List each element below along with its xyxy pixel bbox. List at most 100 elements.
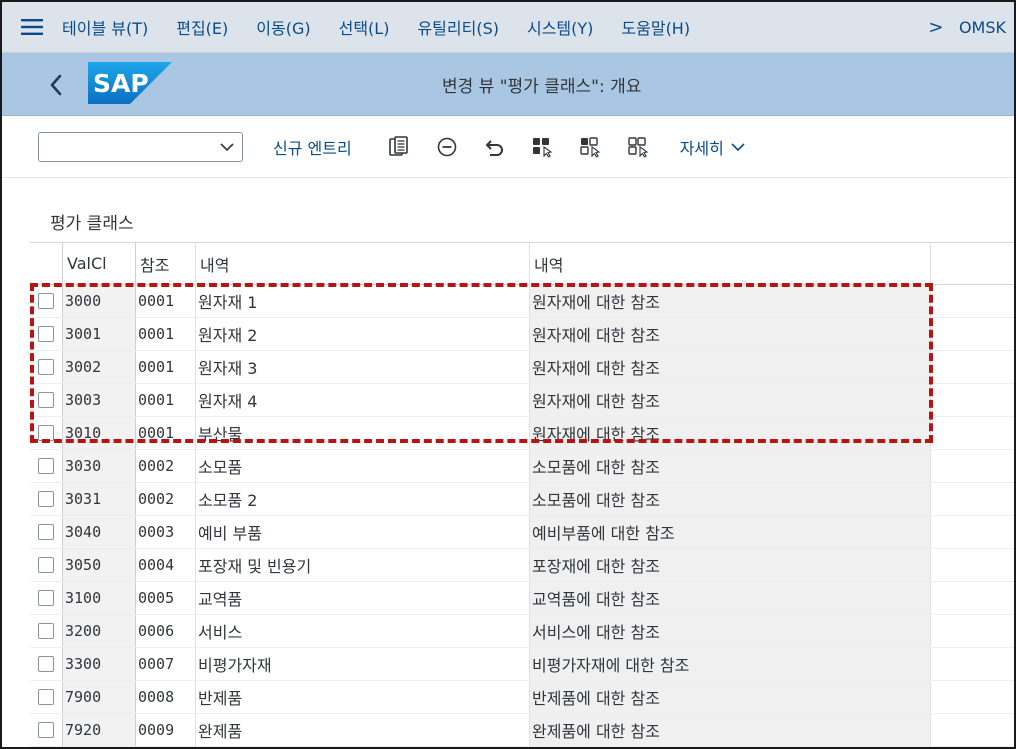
cell-ref[interactable]: 0001 — [135, 384, 195, 416]
cell-valcl[interactable]: 3050 — [62, 549, 135, 581]
menu-edit[interactable]: 편집(E) — [176, 15, 228, 39]
row-select-cell[interactable] — [30, 582, 62, 614]
back-button[interactable] — [40, 67, 72, 103]
row-checkbox[interactable] — [38, 392, 54, 408]
table-row[interactable]: 3050 0004 포장재 및 빈용기 포장재에 대한 참조 — [30, 549, 1014, 582]
cell-description[interactable]: 원자재 4 — [195, 384, 529, 416]
row-checkbox[interactable] — [38, 689, 54, 705]
table-row[interactable]: 3030 0002 소모품 소모품에 대한 참조 — [30, 450, 1014, 483]
cell-ref[interactable]: 0001 — [135, 351, 195, 383]
menu-system[interactable]: 시스템(Y) — [527, 15, 593, 39]
cell-valcl[interactable]: 7900 — [62, 681, 135, 713]
row-checkbox[interactable] — [38, 359, 54, 375]
cell-ref[interactable]: 0005 — [135, 582, 195, 614]
row-select-cell[interactable] — [30, 318, 62, 350]
table-row[interactable]: 3300 0007 비평가자재 비평가자재에 대한 참조 — [30, 648, 1014, 681]
row-checkbox[interactable] — [38, 590, 54, 606]
cell-description[interactable]: 원자재 1 — [195, 285, 529, 317]
column-header-valcl[interactable]: ValCl — [62, 243, 135, 284]
more-menu-icon[interactable]: > — [921, 17, 951, 38]
menu-help[interactable]: 도움말(H) — [621, 15, 690, 39]
row-checkbox[interactable] — [38, 425, 54, 441]
cell-valcl[interactable]: 3002 — [62, 351, 135, 383]
row-select-cell[interactable] — [30, 681, 62, 713]
row-select-cell[interactable] — [30, 417, 62, 449]
cell-description[interactable]: 비평가자재 — [195, 648, 529, 680]
cell-valcl[interactable]: 3300 — [62, 648, 135, 680]
row-checkbox[interactable] — [38, 656, 54, 672]
row-select-cell[interactable] — [30, 516, 62, 548]
cell-ref[interactable]: 0001 — [135, 318, 195, 350]
cell-ref[interactable]: 0002 — [135, 450, 195, 482]
column-header-description[interactable]: 내역 — [195, 243, 529, 284]
row-checkbox[interactable] — [38, 326, 54, 342]
row-checkbox[interactable] — [38, 293, 54, 309]
cell-description[interactable]: 소모품 2 — [195, 483, 529, 515]
table-row[interactable]: 3001 0001 원자재 2 원자재에 대한 참조 — [30, 318, 1014, 351]
select-all-column-header[interactable] — [30, 243, 62, 284]
copy-as-icon[interactable] — [386, 134, 412, 160]
cell-ref[interactable]: 0006 — [135, 615, 195, 647]
cell-ref[interactable]: 0002 — [135, 483, 195, 515]
menu-selection[interactable]: 선택(L) — [339, 15, 390, 39]
row-checkbox[interactable] — [38, 458, 54, 474]
delete-icon[interactable] — [434, 134, 460, 160]
row-select-cell[interactable] — [30, 351, 62, 383]
cell-ref[interactable]: 0007 — [135, 648, 195, 680]
table-row[interactable]: 7920 0009 완제품 완제품에 대한 참조 — [30, 714, 1014, 747]
row-select-cell[interactable] — [30, 615, 62, 647]
cell-valcl[interactable]: 3030 — [62, 450, 135, 482]
select-all-icon[interactable] — [530, 134, 556, 160]
column-header-ref-description[interactable]: 내역 — [529, 243, 930, 284]
cell-valcl[interactable]: 3100 — [62, 582, 135, 614]
cell-description[interactable]: 반제품 — [195, 681, 529, 713]
table-row[interactable]: 3100 0005 교역품 교역품에 대한 참조 — [30, 582, 1014, 615]
column-header-ref[interactable]: 참조 — [135, 243, 195, 284]
undo-icon[interactable] — [482, 134, 508, 160]
table-row[interactable]: 3010 0001 부산물 원자재에 대한 참조 — [30, 417, 1014, 450]
row-select-cell[interactable] — [30, 285, 62, 317]
cell-ref[interactable]: 0009 — [135, 714, 195, 746]
cell-description[interactable]: 원자재 3 — [195, 351, 529, 383]
table-row[interactable]: 3000 0001 원자재 1 원자재에 대한 참조 — [30, 285, 1014, 318]
cell-valcl[interactable]: 3200 — [62, 615, 135, 647]
cell-valcl[interactable]: 3010 — [62, 417, 135, 449]
cell-valcl[interactable]: 3040 — [62, 516, 135, 548]
select-block-icon[interactable] — [578, 134, 604, 160]
cell-description[interactable]: 완제품 — [195, 714, 529, 746]
row-select-cell[interactable] — [30, 549, 62, 581]
cell-valcl[interactable]: 3031 — [62, 483, 135, 515]
cell-valcl[interactable]: 7920 — [62, 714, 135, 746]
command-field-dropdown[interactable] — [38, 131, 243, 162]
cell-valcl[interactable]: 3001 — [62, 318, 135, 350]
row-checkbox[interactable] — [38, 623, 54, 639]
row-select-cell[interactable] — [30, 648, 62, 680]
table-row[interactable]: 3200 0006 서비스 서비스에 대한 참조 — [30, 615, 1014, 648]
row-checkbox[interactable] — [38, 722, 54, 738]
table-row[interactable]: 3002 0001 원자재 3 원자재에 대한 참조 — [30, 351, 1014, 384]
menu-goto[interactable]: 이동(G) — [256, 15, 310, 39]
deselect-all-icon[interactable] — [626, 134, 652, 160]
cell-description[interactable]: 교역품 — [195, 582, 529, 614]
cell-description[interactable]: 포장재 및 빈용기 — [195, 549, 529, 581]
table-row[interactable]: 3031 0002 소모품 2 소모품에 대한 참조 — [30, 483, 1014, 516]
cell-valcl[interactable]: 3000 — [62, 285, 135, 317]
cell-description[interactable]: 예비 부품 — [195, 516, 529, 548]
row-checkbox[interactable] — [38, 557, 54, 573]
more-details-button[interactable]: 자세히 — [680, 135, 746, 159]
cell-ref[interactable]: 0008 — [135, 681, 195, 713]
cell-description[interactable]: 부산물 — [195, 417, 529, 449]
row-select-cell[interactable] — [30, 384, 62, 416]
cell-valcl[interactable]: 3003 — [62, 384, 135, 416]
cell-ref[interactable]: 0003 — [135, 516, 195, 548]
new-entries-button[interactable]: 신규 엔트리 — [273, 135, 352, 159]
cell-ref[interactable]: 0001 — [135, 285, 195, 317]
cell-description[interactable]: 소모품 — [195, 450, 529, 482]
hamburger-menu-icon[interactable] — [2, 2, 62, 53]
menu-utilities[interactable]: 유틸리티(S) — [417, 15, 499, 39]
table-row[interactable]: 3040 0003 예비 부품 예비부품에 대한 참조 — [30, 516, 1014, 549]
row-select-cell[interactable] — [30, 714, 62, 746]
menu-table-view[interactable]: 테이블 뷰(T) — [62, 15, 148, 39]
cell-description[interactable]: 서비스 — [195, 615, 529, 647]
row-checkbox[interactable] — [38, 524, 54, 540]
